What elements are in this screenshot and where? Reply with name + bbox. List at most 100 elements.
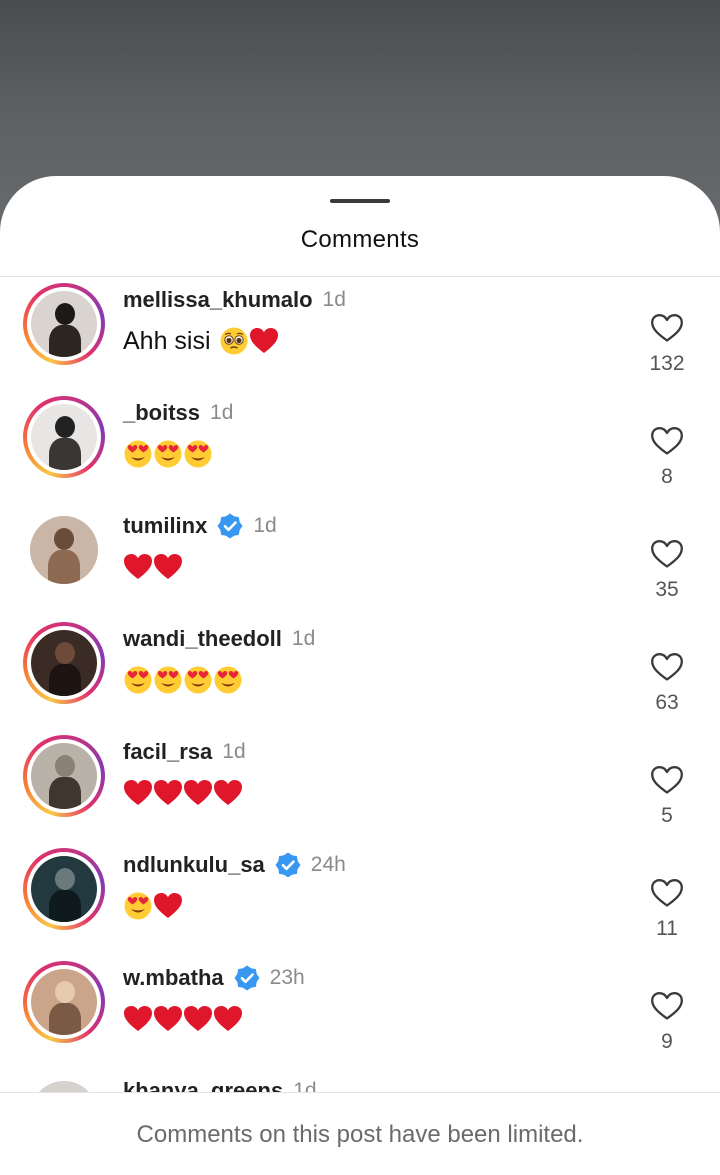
comment-time: 1d [291, 627, 316, 650]
comment-meta: _boitss 1d [123, 398, 233, 428]
avatar-ring[interactable] [23, 622, 105, 704]
avatar [31, 404, 97, 470]
comment-row[interactable]: mellissa_khumalo 1d Ahh sisi 132 [0, 277, 720, 390]
red-heart-emoji [184, 1006, 212, 1031]
avatar [31, 743, 97, 809]
heart-outline-icon[interactable] [650, 765, 684, 795]
avatar-figure-head [55, 755, 75, 777]
comment-meta: facil_rsa 1d [123, 737, 246, 767]
comment-meta: tumilinx 1d [123, 511, 277, 541]
like-count: 9 [661, 1030, 673, 1053]
comment-username[interactable]: khanya_greens [123, 1078, 283, 1092]
heart-eyes-emoji [124, 892, 152, 920]
comment-body [123, 1004, 243, 1034]
comment-time: 24h [310, 853, 346, 876]
avatar-ring[interactable] [23, 509, 105, 591]
comment-time: 1d [322, 288, 346, 311]
comment-username[interactable]: facil_rsa [123, 739, 212, 765]
heart-eyes-emoji [184, 440, 212, 468]
heart-eyes-emoji [124, 666, 152, 694]
verified-badge-icon [275, 852, 301, 878]
avatar [30, 516, 98, 584]
comment-body [123, 778, 243, 808]
comment-username[interactable]: w.mbatha [123, 965, 224, 991]
comment-body: Ahh sisi [123, 326, 279, 356]
avatar-figure-body [48, 550, 80, 584]
avatar-figure-head [55, 416, 75, 438]
avatar [31, 630, 97, 696]
avatar-border [27, 513, 101, 587]
avatar-figure-body [49, 1003, 81, 1035]
comment-body [123, 891, 183, 921]
red-heart-emoji [214, 780, 242, 805]
comment-row[interactable]: ndlunkulu_sa 24h 11 [0, 842, 720, 955]
avatar-ring[interactable] [23, 396, 105, 478]
avatar-ring[interactable] [23, 1074, 105, 1092]
heart-outline-icon[interactable] [650, 426, 684, 456]
red-heart-emoji [154, 893, 182, 918]
avatar-figure-body [49, 325, 81, 357]
avatar-figure-head [54, 528, 74, 550]
heart-eyes-emoji [154, 666, 182, 694]
comment-body [123, 439, 213, 469]
avatar-border [27, 852, 101, 926]
comment-row[interactable]: wandi_theedoll 1d 63 [0, 616, 720, 729]
comment-meta: mellissa_khumalo 1d [123, 285, 346, 315]
verified-badge-icon [217, 513, 243, 539]
comment-row[interactable]: khanya_greens 1d [0, 1068, 720, 1092]
like-count: 35 [655, 578, 679, 601]
avatar [31, 969, 97, 1035]
comment-row[interactable]: _boitss 1d 8 [0, 390, 720, 503]
comment-username[interactable]: wandi_theedoll [123, 626, 282, 652]
comment-row[interactable]: w.mbatha 23h 9 [0, 955, 720, 1068]
heart-eyes-emoji [184, 666, 212, 694]
avatar-figure-head [55, 981, 75, 1003]
comment-text: Ahh sisi [123, 327, 211, 355]
comments-sheet: Comments mellissa_khumalo 1d Ahh sisi 132 _b… [0, 176, 720, 1175]
avatar-ring[interactable] [23, 283, 105, 365]
comment-time: 1d [293, 1079, 317, 1092]
avatar-border [27, 739, 101, 813]
avatar-ring[interactable] [23, 735, 105, 817]
avatar-border [27, 1078, 101, 1092]
red-heart-emoji [214, 1006, 242, 1031]
verified-badge-icon [234, 965, 260, 991]
comments-limited-footer: Comments on this post have been limited. [0, 1092, 720, 1175]
comment-row[interactable]: facil_rsa 1d 5 [0, 729, 720, 842]
heart-outline-icon[interactable] [650, 652, 684, 682]
avatar-ring[interactable] [23, 961, 105, 1043]
comment-body [123, 665, 243, 695]
comments-limited-text: Comments on this post have been limited. [136, 1121, 584, 1148]
comment-username[interactable]: ndlunkulu_sa [123, 852, 265, 878]
avatar [31, 291, 97, 357]
red-heart-emoji [184, 780, 212, 805]
heart-outline-icon[interactable] [650, 313, 684, 343]
heart-eyes-emoji [124, 440, 152, 468]
avatar-border [27, 400, 101, 474]
red-heart-emoji [154, 780, 182, 805]
sheet-title: Comments [300, 226, 420, 253]
avatar-border [27, 965, 101, 1039]
comment-list[interactable]: mellissa_khumalo 1d Ahh sisi 132 _boitss 1d 8 t… [0, 277, 720, 1092]
comment-row[interactable]: tumilinx 1d 35 [0, 503, 720, 616]
heart-outline-icon[interactable] [650, 878, 684, 908]
comment-body [123, 552, 183, 582]
heart-outline-icon[interactable] [650, 991, 684, 1021]
comment-time: 1d [253, 514, 277, 537]
comment-username[interactable]: _boitss [123, 400, 200, 426]
red-heart-emoji [124, 780, 152, 805]
avatar-figure-body [49, 664, 81, 696]
red-heart-emoji [154, 554, 182, 579]
heart-outline-icon[interactable] [650, 539, 684, 569]
red-heart-emoji [154, 1006, 182, 1031]
comment-username[interactable]: tumilinx [123, 513, 207, 539]
avatar-figure-head [55, 303, 75, 325]
like-count: 11 [656, 917, 678, 940]
comment-time: 23h [269, 966, 305, 989]
drag-handle[interactable] [330, 199, 390, 203]
heart-eyes-emoji [214, 666, 242, 694]
avatar-ring[interactable] [23, 848, 105, 930]
avatar [31, 856, 97, 922]
avatar-figure-head [55, 642, 75, 664]
comment-username[interactable]: mellissa_khumalo [123, 287, 313, 313]
